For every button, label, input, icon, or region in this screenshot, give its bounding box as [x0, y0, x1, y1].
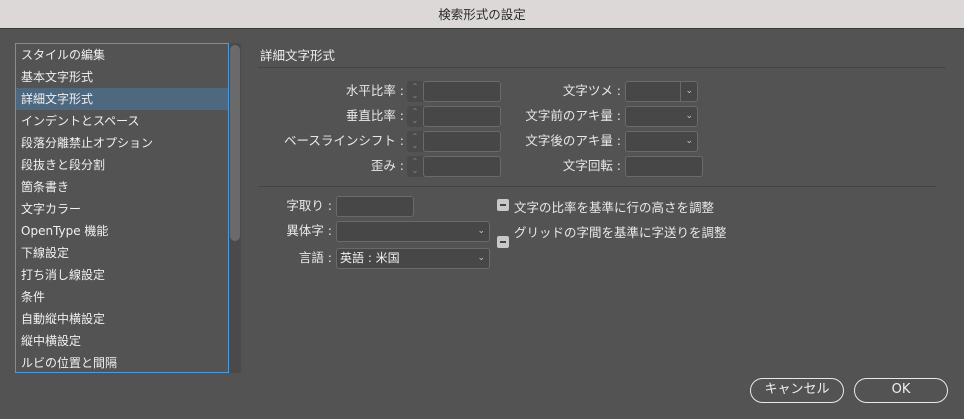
chevron-down-icon[interactable]: ⌄ [685, 82, 693, 101]
category-list[interactable]: スタイルの編集 基本文字形式 詳細文字形式 インデントとスペース 段落分離禁止オプション… [15, 43, 229, 373]
rotation-label: 文字回転 : [562, 158, 621, 173]
aki-before-select[interactable]: ⌄ [625, 106, 698, 127]
list-item[interactable]: 段抜きと段分割 [16, 154, 228, 176]
section-heading: 詳細文字形式 [260, 48, 336, 63]
rotation-input[interactable] [625, 156, 703, 177]
grid-tracking-label: グリッドの字間を基準に字送りを調整 [514, 225, 727, 240]
chevron-down-icon: ⌄ [477, 253, 485, 263]
mojidori-input[interactable] [336, 196, 414, 217]
vertical-scale-stepper[interactable]: ⌃ ⌄ [407, 106, 423, 127]
language-select[interactable]: 英語 : 米国 ⌄ [336, 248, 490, 269]
list-item[interactable]: 文字カラー [16, 198, 228, 220]
scrollbar-thumb[interactable] [230, 45, 240, 241]
list-item[interactable]: インデントとスペース [16, 110, 228, 132]
list-item[interactable]: 詳細文字形式 [16, 88, 228, 110]
baseline-shift-stepper[interactable]: ⌃ ⌄ [407, 131, 423, 152]
list-item[interactable]: 縦中横設定 [16, 330, 228, 352]
language-label: 言語 : [298, 250, 332, 265]
baseline-shift-label: ベースラインシフト : [283, 133, 404, 148]
vertical-scale-label: 垂直比率 : [345, 108, 404, 123]
list-item[interactable]: 段落分離禁止オプション [16, 132, 228, 154]
scale-line-height-checkbox[interactable] [497, 199, 509, 211]
grid-tracking-checkbox[interactable] [497, 236, 509, 248]
divider [258, 186, 936, 187]
ok-button[interactable]: OK [854, 378, 948, 403]
divider [258, 67, 946, 68]
scale-line-height-label: 文字の比率を基準に行の高さを調整 [514, 200, 715, 215]
baseline-shift-input[interactable] [423, 131, 501, 152]
list-item[interactable]: 自動縦中横設定 [16, 308, 228, 330]
tsume-combo[interactable]: ⌄ [625, 81, 698, 102]
cancel-button[interactable]: キャンセル [750, 378, 844, 403]
list-item[interactable]: 下線設定 [16, 242, 228, 264]
list-item[interactable]: 条件 [16, 286, 228, 308]
aki-after-label: 文字後のアキ量 : [525, 133, 621, 148]
list-item[interactable]: ルビの位置と間隔 [16, 352, 228, 372]
language-value: 英語 : 米国 [340, 251, 400, 265]
list-item[interactable]: スタイルの編集 [16, 44, 228, 66]
list-item[interactable]: OpenType 機能 [16, 220, 228, 242]
chevron-down-icon: ⌄ [685, 111, 693, 121]
aki-after-select[interactable]: ⌄ [625, 131, 698, 152]
window-title: 検索形式の設定 [0, 0, 964, 29]
aki-before-label: 文字前のアキ量 : [525, 108, 621, 123]
itaiji-label: 異体字 : [286, 223, 332, 238]
skew-input[interactable] [423, 156, 501, 177]
list-item[interactable]: 打ち消し線設定 [16, 264, 228, 286]
chevron-down-icon: ⌄ [685, 136, 693, 146]
divider [680, 82, 681, 101]
skew-label: 歪み : [370, 158, 404, 173]
tsume-label: 文字ツメ : [562, 83, 621, 98]
horizontal-scale-label: 水平比率 : [345, 83, 404, 98]
horizontal-scale-input[interactable] [423, 81, 501, 102]
itaiji-select[interactable]: ⌄ [336, 221, 490, 242]
mojidori-label: 字取り : [286, 198, 332, 213]
chevron-down-icon: ⌄ [477, 226, 485, 236]
horizontal-scale-stepper[interactable]: ⌃ ⌄ [407, 81, 423, 102]
list-item[interactable]: 箇条書き [16, 176, 228, 198]
skew-stepper[interactable]: ⌃ ⌄ [407, 156, 423, 177]
vertical-scale-input[interactable] [423, 106, 501, 127]
list-item[interactable]: 基本文字形式 [16, 66, 228, 88]
